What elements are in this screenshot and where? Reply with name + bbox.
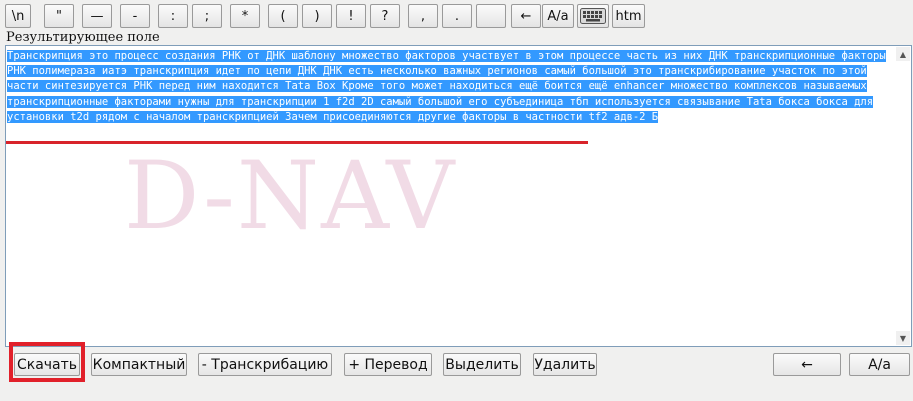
asterisk-button[interactable]: * <box>230 4 260 28</box>
back-button[interactable]: ← <box>773 353 841 376</box>
case-button[interactable]: A/a <box>849 353 910 376</box>
remove-transcription-button[interactable]: - Транскрибацию <box>198 353 332 376</box>
newline-button[interactable]: \n <box>5 4 31 28</box>
keyboard-button[interactable] <box>577 4 609 28</box>
hyphen-button[interactable]: - <box>120 4 150 28</box>
period-button[interactable]: . <box>442 4 472 28</box>
quote-button[interactable]: " <box>44 4 74 28</box>
keyboard-icon <box>580 8 606 24</box>
delete-button[interactable]: Удалить <box>533 353 597 376</box>
case-toggle-button[interactable]: A/a <box>542 4 574 28</box>
scroll-up-arrow[interactable]: ▲ <box>896 47 910 61</box>
open-paren-button[interactable]: ( <box>268 4 298 28</box>
html-button[interactable]: htm <box>612 4 645 28</box>
select-button[interactable]: Выделить <box>443 353 521 376</box>
result-field-label: Результирующее поле <box>6 30 160 45</box>
colon-button[interactable]: : <box>158 4 188 28</box>
em-dash-button[interactable]: — <box>82 4 112 28</box>
close-paren-button[interactable]: ) <box>302 4 332 28</box>
compact-button[interactable]: Компактный <box>91 353 187 376</box>
scroll-down-arrow[interactable]: ▼ <box>896 331 910 345</box>
watermark-logo: D-NAV <box>124 142 457 251</box>
comma-button[interactable]: , <box>408 4 438 28</box>
add-translation-button[interactable]: + Перевод <box>344 353 432 376</box>
backspace-button[interactable]: ← <box>511 4 541 28</box>
download-button[interactable]: Скачать <box>14 353 80 376</box>
result-text[interactable]: Транскрипция это процесс создания РНК от… <box>7 49 899 125</box>
result-textarea[interactable]: D-NAV Транскрипция это процесс создания … <box>5 45 912 347</box>
semicolon-button[interactable]: ; <box>192 4 222 28</box>
exclamation-button[interactable]: ! <box>336 4 366 28</box>
blank-button[interactable] <box>476 4 506 28</box>
selected-text: Транскрипция это процесс создания РНК от… <box>7 50 886 123</box>
question-button[interactable]: ? <box>370 4 400 28</box>
red-underline-annotation <box>6 141 588 144</box>
